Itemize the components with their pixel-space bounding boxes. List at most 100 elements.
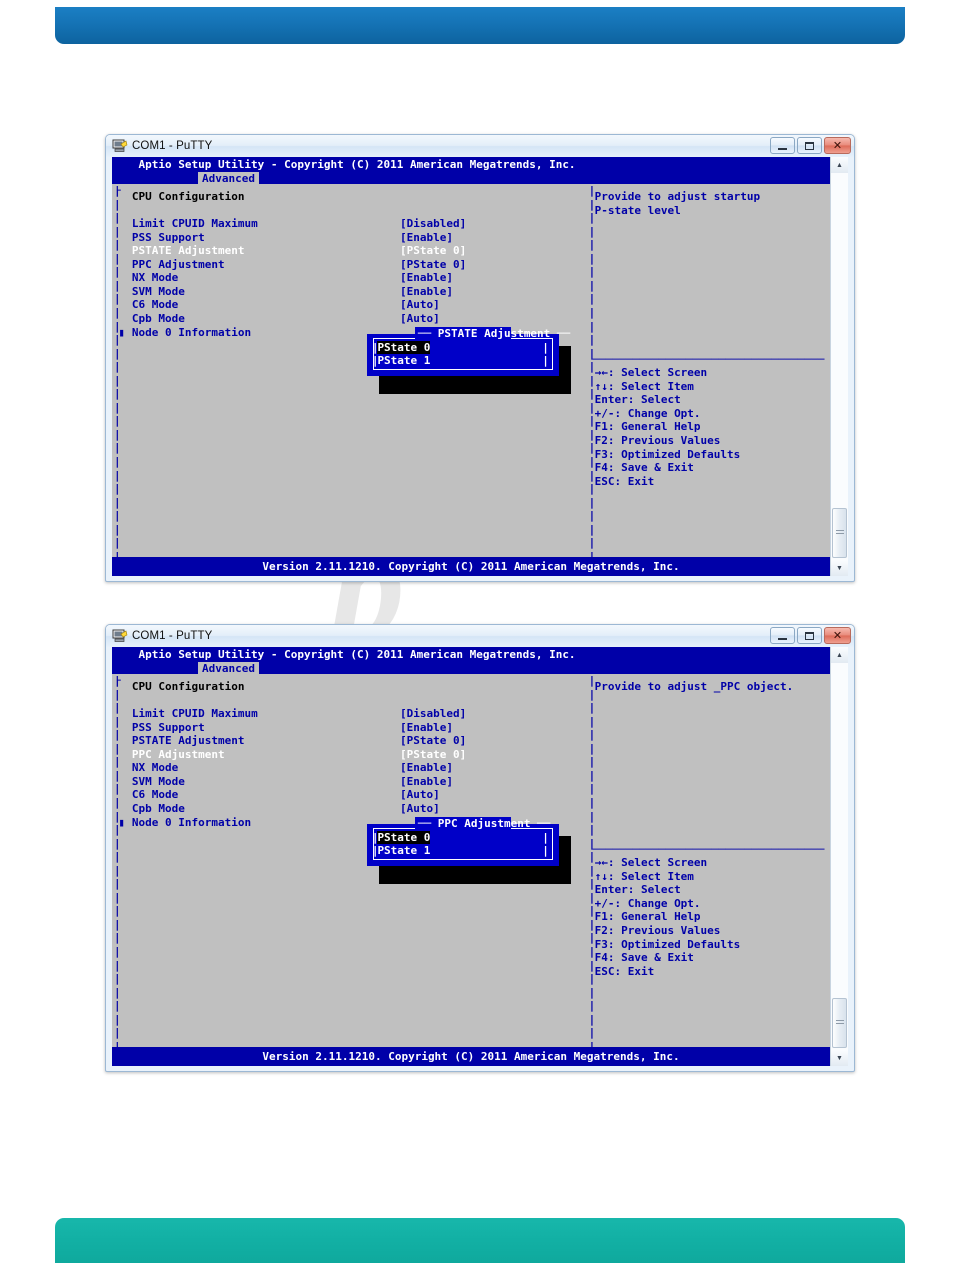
bios-menu-item-label[interactable]: PPC Adjustment <box>132 748 225 762</box>
window-controls[interactable]: ✕ <box>770 627 851 644</box>
terminal-scrollbar[interactable]: ▲ ▼ <box>830 647 848 1066</box>
bios-menu-item-label[interactable]: PPC Adjustment <box>132 258 225 272</box>
bios-help-text: P-state level <box>594 203 681 217</box>
bios-menu-item-value[interactable]: [Auto] <box>400 788 440 802</box>
bios-menu-item-label[interactable]: Limit CPUID Maximum <box>132 707 258 721</box>
popup-option[interactable]: PState 1 <box>377 354 430 368</box>
bios-menu-item-label[interactable]: SVM Mode <box>132 775 185 789</box>
bios-menu-item-label[interactable]: PSTATE Adjustment <box>132 244 245 258</box>
window-controls[interactable]: ✕ <box>770 137 851 154</box>
bios-menu-item-label[interactable]: NX Mode <box>132 761 178 775</box>
bios-help-text: Provide to adjust _PPC object. <box>594 680 794 694</box>
bios-menu-item-value[interactable]: [Enable] <box>400 721 453 735</box>
bios-menu-item-label[interactable]: NX Mode <box>132 271 178 285</box>
bios-key-legend-item: Enter: Select <box>594 393 681 407</box>
bios-menu-item-value[interactable]: [Enable] <box>400 231 453 245</box>
scrollbar-track[interactable] <box>831 173 848 560</box>
bios-key-legend-item: F3: Optimized Defaults <box>594 937 741 951</box>
bios-key-legend-item: F4: Save & Exit <box>594 951 694 965</box>
popup-dialog[interactable]: ── PSTATE Adjustment ── PState 0 | | PState … <box>366 326 570 376</box>
bios-menu-item-label[interactable]: C6 Mode <box>132 788 178 802</box>
bios-menu-item-value[interactable]: [Enable] <box>400 761 453 775</box>
bios-menu-item-value[interactable]: [Enable] <box>400 775 453 789</box>
maximize-button[interactable] <box>797 627 822 644</box>
bios-key-legend-item: +/-: Change Opt. <box>594 406 701 420</box>
window-title: COM1 - PuTTY <box>132 140 213 152</box>
bios-menu-item-value[interactable]: [PState 0] <box>400 258 466 272</box>
bios-menu-item-label[interactable]: PSS Support <box>132 721 205 735</box>
scroll-up-icon[interactable]: ▲ <box>831 157 848 173</box>
putty-icon <box>112 139 128 153</box>
scroll-down-icon[interactable]: ▼ <box>831 560 848 576</box>
putty-window-2[interactable]: COM1 - PuTTY ✕ Aptio Setup Utility - Cop… <box>105 624 855 1072</box>
bios-key-legend-item: ↑↓: Select Item <box>594 869 694 883</box>
bios-menu-item-label[interactable]: Node 0 Information <box>132 816 251 830</box>
close-button[interactable]: ✕ <box>824 627 851 644</box>
popup-edge: | <box>371 830 379 844</box>
bios-footer: Version 2.11.1210. Copyright (C) 2011 Am… <box>112 557 830 576</box>
bios-menu-item-label[interactable]: PSTATE Adjustment <box>132 734 245 748</box>
bios-key-legend-item: F3: Optimized Defaults <box>594 447 741 461</box>
popup-edge: | <box>542 844 549 858</box>
bios-terminal-1[interactable]: Aptio Setup Utility - Copyright (C) 2011… <box>112 157 830 576</box>
bios-menu-item-value[interactable]: [Auto] <box>400 312 440 326</box>
minimize-button[interactable] <box>770 137 795 154</box>
scrollbar-thumb[interactable] <box>832 508 847 558</box>
close-icon: ✕ <box>832 138 843 152</box>
bios-menu-item-label[interactable]: PSS Support <box>132 231 205 245</box>
popup-edge: | <box>542 830 549 844</box>
bios-menu-item-value[interactable]: [Enable] <box>400 271 453 285</box>
bios-footer: Version 2.11.1210. Copyright (C) 2011 Am… <box>112 1047 830 1066</box>
bios-key-legend-item: ESC: Exit <box>594 964 655 978</box>
putty-icon <box>112 629 128 643</box>
bios-menu-item-label[interactable]: Limit CPUID Maximum <box>132 217 258 231</box>
bios-key-legend-item: Enter: Select <box>594 883 681 897</box>
help-separator: ─────────────────────────────────── <box>592 352 825 366</box>
scrollbar-track[interactable] <box>831 663 848 1050</box>
close-button[interactable]: ✕ <box>824 137 851 154</box>
bios-menu-item-value[interactable]: [PState 0] <box>400 748 466 762</box>
bios-menu-item-value[interactable]: [Enable] <box>400 285 453 299</box>
bios-key-legend-item: ↑↓: Select Item <box>594 379 694 393</box>
bios-key-legend-item: +/-: Change Opt. <box>594 896 701 910</box>
minimize-button[interactable] <box>770 627 795 644</box>
terminal-scrollbar[interactable]: ▲ ▼ <box>830 157 848 576</box>
putty-window-1[interactable]: COM1 - PuTTY ✕ Aptio Setup Utility - Cop… <box>105 134 855 582</box>
bios-key-legend-item: F1: General Help <box>594 420 701 434</box>
bios-header: Aptio Setup Utility - Copyright (C) 2011… <box>138 158 576 172</box>
bios-menu-item-value[interactable]: [Auto] <box>400 298 440 312</box>
popup-edge: | <box>371 844 379 858</box>
page-footer-bar <box>55 1218 905 1263</box>
window-titlebar[interactable]: COM1 - PuTTY ✕ <box>106 135 854 157</box>
bios-menu-item-label[interactable]: C6 Mode <box>132 298 178 312</box>
terminal-area: Aptio Setup Utility - Copyright (C) 2011… <box>112 157 848 576</box>
bios-menu-item-value[interactable]: [PState 0] <box>400 244 466 258</box>
bios-menu-item-label[interactable]: Cpb Mode <box>132 802 185 816</box>
bios-menu-item-value[interactable]: [Auto] <box>400 802 440 816</box>
scrollbar-thumb[interactable] <box>832 998 847 1048</box>
submenu-marker-icon: ▮ <box>118 815 125 829</box>
popup-title: ── PPC Adjustment ── <box>414 816 550 830</box>
maximize-button[interactable] <box>797 137 822 154</box>
popup-option[interactable]: PState 0 <box>377 340 431 355</box>
section-title: CPU Configuration <box>131 680 245 694</box>
section-title: CPU Configuration <box>131 190 245 204</box>
window-title: COM1 - PuTTY <box>132 630 213 642</box>
bios-menu-item-value[interactable]: [PState 0] <box>400 734 466 748</box>
bios-key-legend-item: F2: Previous Values <box>594 923 721 937</box>
bios-menu-item-label[interactable]: Node 0 Information <box>132 326 251 340</box>
window-titlebar[interactable]: COM1 - PuTTY ✕ <box>106 625 854 647</box>
bios-terminal-2[interactable]: Aptio Setup Utility - Copyright (C) 2011… <box>112 647 830 1066</box>
bios-key-legend-item: F4: Save & Exit <box>594 461 694 475</box>
scroll-down-icon[interactable]: ▼ <box>831 1050 848 1066</box>
bios-menu-item-value[interactable]: [Disabled] <box>400 707 466 721</box>
popup-option[interactable]: PState 0 <box>377 830 431 845</box>
scroll-up-icon[interactable]: ▲ <box>831 647 848 663</box>
popup-dialog[interactable]: ── PPC Adjustment ── PState 0 | | PState 1 | | <box>366 816 559 866</box>
bios-menu-item-value[interactable]: [Disabled] <box>400 217 466 231</box>
bios-header: Aptio Setup Utility - Copyright (C) 2011… <box>138 648 576 662</box>
bios-menu-item-label[interactable]: Cpb Mode <box>132 312 185 326</box>
bios-menu-item-label[interactable]: SVM Mode <box>132 285 185 299</box>
popup-option[interactable]: PState 1 <box>377 844 430 858</box>
bios-key-legend-item: ESC: Exit <box>594 474 655 488</box>
